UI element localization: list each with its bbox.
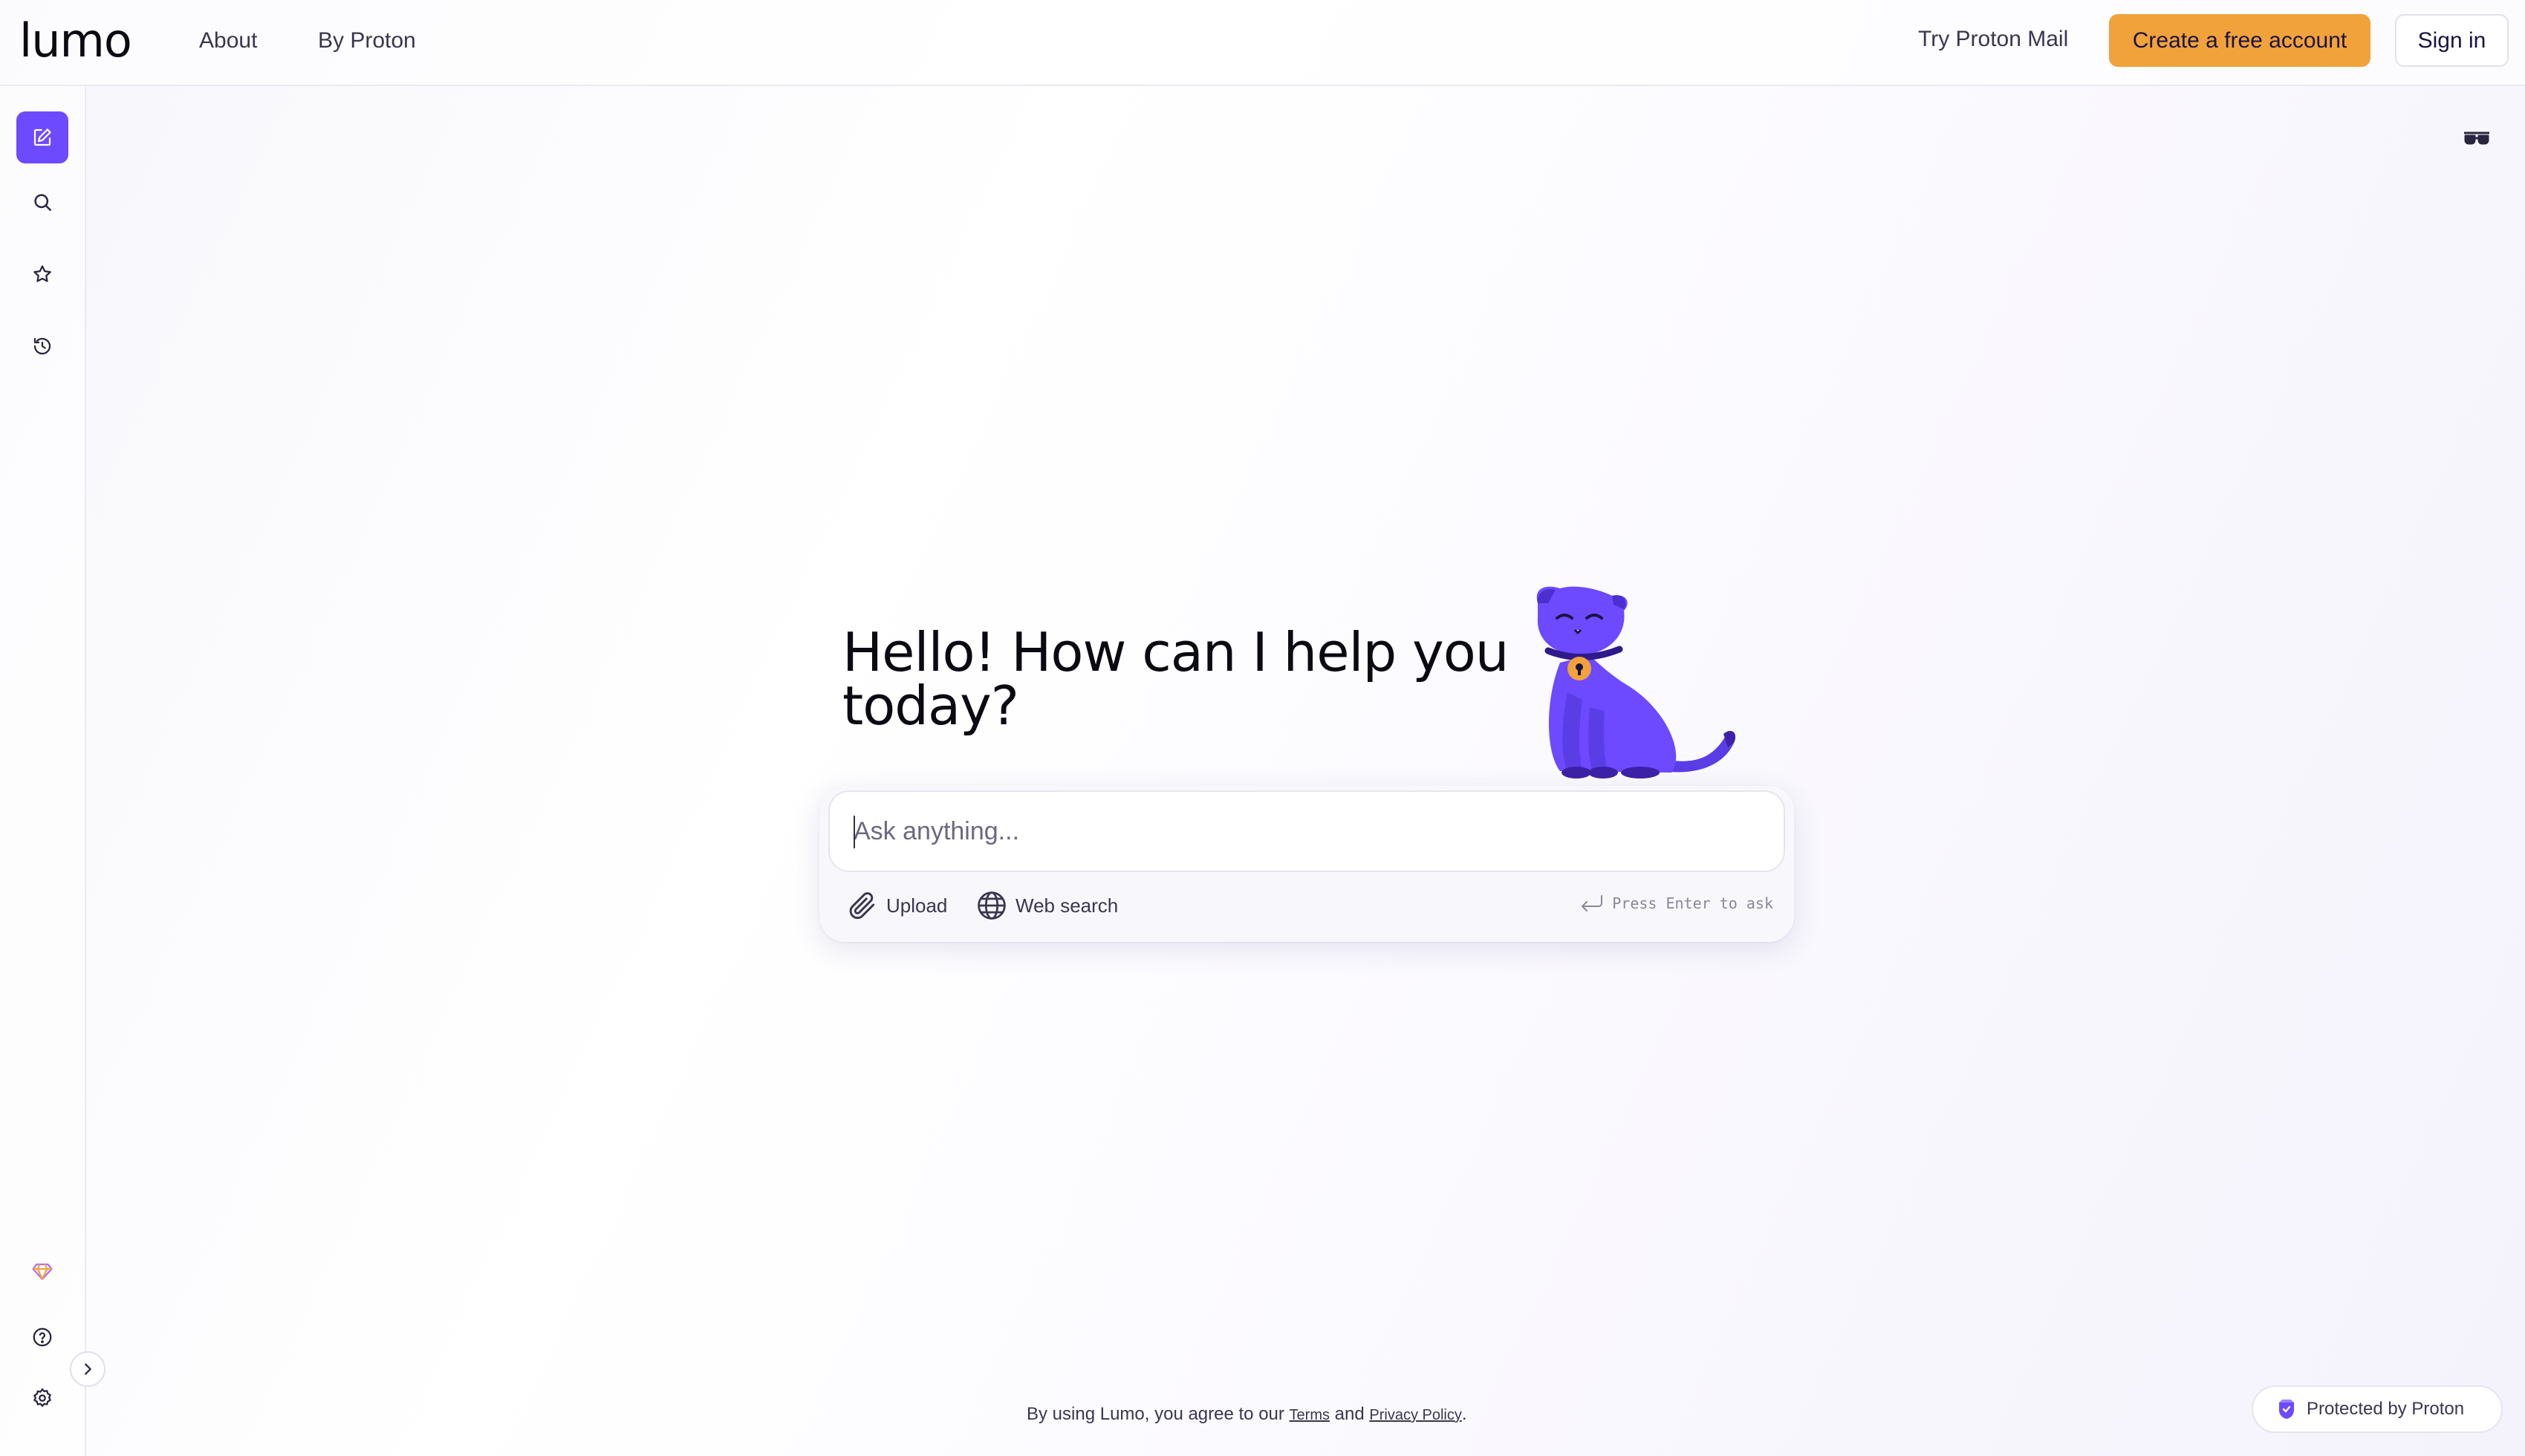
web-search-label: Web search: [1015, 894, 1119, 917]
lumo-cat-mascot: [1536, 586, 1736, 779]
terms-prefix: By using Lumo, you agree to our: [1027, 1404, 1290, 1424]
protected-label: Protected by Proton: [2307, 1399, 2465, 1419]
press-enter-hint: Press Enter to ask: [1579, 893, 1773, 914]
greeting-heading: Hello! How can I help you today?: [842, 621, 1509, 737]
help-button[interactable]: [16, 1311, 68, 1363]
text-caret: [854, 816, 855, 848]
upgrade-button[interactable]: [16, 1246, 68, 1298]
nav-by-proton-link[interactable]: By Proton: [318, 28, 416, 53]
history-button[interactable]: [16, 320, 68, 372]
create-account-button[interactable]: Create a free account: [2109, 14, 2370, 67]
enter-key-icon: [1582, 895, 1603, 911]
help-icon: [33, 1327, 52, 1347]
chat-composer: Upload Web search Press Enter to ask: [819, 786, 1794, 942]
lumo-logo[interactable]: lumo: [19, 13, 132, 68]
web-search-button[interactable]: Web search: [975, 887, 1118, 924]
upload-button[interactable]: Upload: [846, 887, 947, 924]
incognito-toggle[interactable]: [2460, 125, 2493, 152]
favorites-button[interactable]: [16, 248, 68, 300]
new-chat-button[interactable]: [16, 111, 68, 163]
search-icon: [34, 194, 51, 211]
chevron-right-icon: [85, 1363, 91, 1375]
expand-sidebar-button[interactable]: [70, 1351, 105, 1387]
protected-by-proton-badge[interactable]: Protected by Proton: [2252, 1385, 2503, 1433]
terms-notice: By using Lumo, you agree to our Terms an…: [1027, 1404, 1467, 1425]
search-button[interactable]: [16, 176, 68, 228]
incognito-glasses-icon: [2464, 131, 2489, 145]
history-icon: [33, 337, 51, 355]
upload-label: Upload: [886, 894, 948, 917]
globe-icon: [978, 891, 1006, 920]
diamond-icon: [32, 1263, 53, 1281]
star-icon: [33, 265, 51, 282]
terms-link[interactable]: Terms: [1290, 1407, 1330, 1423]
terms-suffix: .: [1461, 1404, 1467, 1424]
settings-button[interactable]: [16, 1372, 68, 1424]
ask-input[interactable]: [828, 790, 1785, 872]
paperclip-icon: [849, 892, 875, 920]
gear-icon: [33, 1388, 51, 1407]
sign-in-button[interactable]: Sign in: [2395, 14, 2509, 67]
try-proton-mail-link[interactable]: Try Proton Mail: [1918, 27, 2068, 52]
top-bar: lumo About By Proton Try Proton Mail Cre…: [0, 0, 2525, 86]
sidebar: [0, 86, 86, 1456]
edit-icon: [33, 129, 51, 146]
terms-and: and: [1330, 1404, 1370, 1424]
privacy-policy-link[interactable]: Privacy Policy: [1369, 1407, 1461, 1423]
nav-about-link[interactable]: About: [199, 28, 257, 53]
proton-shield-icon: [2279, 1400, 2294, 1419]
press-enter-text: Press Enter to ask: [1612, 894, 1773, 912]
